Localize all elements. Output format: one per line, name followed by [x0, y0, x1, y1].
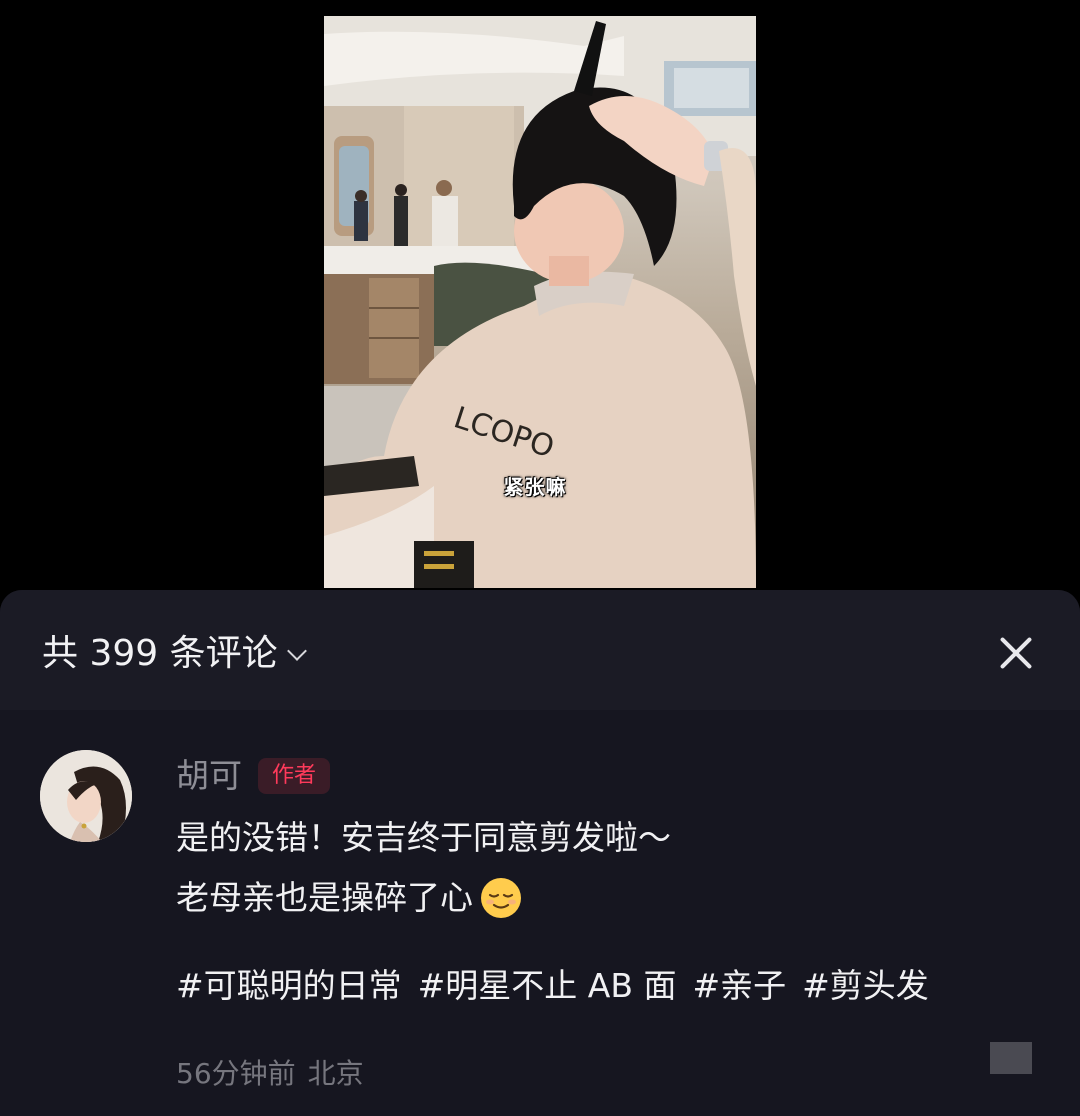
comment-count-title: 共 399 条评论: [42, 633, 278, 674]
comments-header: 共 399 条评论: [0, 590, 1080, 710]
avatar[interactable]: [40, 750, 132, 842]
comment-count-toggle[interactable]: 共 399 条评论: [42, 632, 307, 676]
comment-text-line-2: 老母亲也是操碎了心: [176, 876, 523, 920]
comment-meta: 56分钟前 北京: [176, 1054, 364, 1094]
close-icon[interactable]: [994, 630, 1038, 674]
hashtag-link[interactable]: #可聪明的日常: [176, 964, 402, 1008]
comment-text-line-2-text: 老母亲也是操碎了心: [176, 878, 473, 917]
chevron-down-icon: [286, 641, 307, 661]
video-player[interactable]: LCOPO 紧张嘛: [324, 16, 756, 588]
app-screen: LCOPO 紧张嘛 共 399 条评论 胡可 作者 是的没错！安吉终于同意剪发啦…: [0, 0, 1080, 1116]
comment-item: 胡可 作者 是的没错！安吉终于同意剪发啦～ 老母亲也是操碎了心 #可聪明的日常 …: [0, 740, 1080, 1116]
comment-time: 56分钟前: [176, 1057, 296, 1090]
hashtag-link[interactable]: #剪头发: [802, 964, 929, 1008]
comment-text-line-1: 是的没错！安吉终于同意剪发啦～: [176, 818, 671, 857]
author-name[interactable]: 胡可: [176, 756, 242, 796]
comment-image-placeholder[interactable]: [990, 1042, 1032, 1074]
comment-location: 北京: [307, 1057, 364, 1090]
hashtag-link[interactable]: #亲子: [693, 964, 787, 1008]
hashtag-list: #可聪明的日常 #明星不止 AB 面 #亲子 #剪头发: [176, 964, 929, 1008]
avatar-image: [40, 750, 132, 842]
hashtag-link[interactable]: #明星不止 AB 面: [418, 964, 677, 1008]
relieved-face-icon: [479, 876, 523, 920]
author-row: 胡可 作者: [176, 754, 331, 798]
author-badge: 作者: [258, 758, 331, 794]
video-subtitle: 紧张嘛: [503, 475, 567, 499]
video-frame-image: LCOPO: [324, 16, 756, 588]
